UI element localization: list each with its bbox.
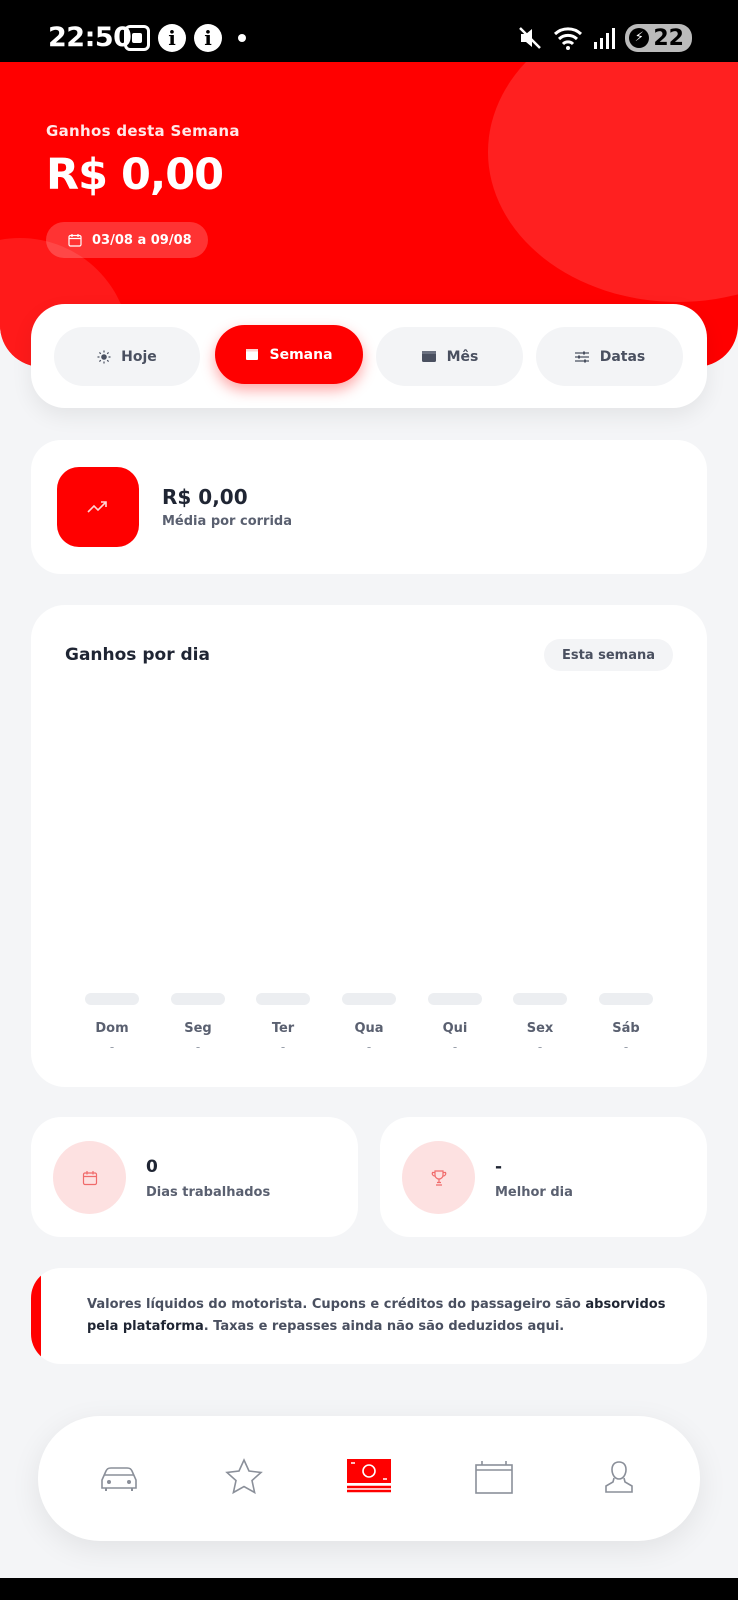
day-bar xyxy=(171,993,225,1005)
day-value: - xyxy=(452,1040,458,1054)
day-bar xyxy=(256,993,310,1005)
header-amount: R$ 0,00 xyxy=(46,150,224,200)
bottom-navigation xyxy=(38,1416,700,1541)
battery-indicator: ⚡ 22 xyxy=(625,24,692,52)
day-column-seg: Seg - xyxy=(171,993,225,1054)
trending-up-icon xyxy=(57,467,139,547)
calendar-week-icon xyxy=(246,349,259,360)
day-value: - xyxy=(109,1040,115,1054)
tab-label: Hoje xyxy=(121,348,157,365)
header-title: Ganhos desta Semana xyxy=(46,122,240,140)
best-day-card: - Melhor dia xyxy=(380,1117,707,1237)
day-bar xyxy=(342,993,396,1005)
period-selector: Hoje Semana Mês Datas xyxy=(31,304,707,408)
daily-earnings-chart: Ganhos por dia Esta semana Dom - Seg - T… xyxy=(31,605,707,1087)
tab-mes[interactable]: Mês xyxy=(376,327,523,386)
nav-rides[interactable] xyxy=(94,1452,144,1502)
user-icon xyxy=(605,1461,633,1493)
average-per-ride-card: R$ 0,00 Média por corrida xyxy=(31,440,707,574)
mute-icon xyxy=(519,27,542,49)
day-label: Ter xyxy=(271,1021,295,1036)
best-day-label: Melhor dia xyxy=(495,1185,573,1200)
day-column-sex: Sex - xyxy=(513,993,567,1054)
day-value: - xyxy=(366,1040,372,1054)
date-range-label: 03/08 a 09/08 xyxy=(92,232,192,248)
average-label: Média por corrida xyxy=(162,514,292,529)
tab-datas[interactable]: Datas xyxy=(536,327,683,386)
tab-label: Semana xyxy=(269,346,333,363)
note-text: Valores líquidos do motorista. Cupons e … xyxy=(87,1294,677,1338)
nav-ratings[interactable] xyxy=(219,1452,269,1502)
day-label: Qua xyxy=(354,1021,384,1036)
status-left-icons: i i xyxy=(124,24,246,52)
status-bar: 22:50 i i ⚡ 22 xyxy=(0,0,738,62)
tab-hoje[interactable]: Hoje xyxy=(54,327,200,386)
date-range-pill[interactable]: 03/08 a 09/08 xyxy=(46,222,208,258)
day-label: Dom xyxy=(95,1021,129,1036)
tab-label: Datas xyxy=(599,348,646,365)
nav-earnings[interactable] xyxy=(344,1452,394,1502)
dot-icon xyxy=(238,34,246,42)
day-column-sab: Sáb - xyxy=(599,993,653,1054)
day-column-dom: Dom - xyxy=(85,993,139,1054)
day-bar xyxy=(85,993,139,1005)
note-text-part: Valores líquidos do motorista. Cupons e … xyxy=(87,1297,586,1312)
briefcase-icon xyxy=(475,1461,513,1494)
day-bar xyxy=(599,993,653,1005)
days-worked-value: 0 xyxy=(146,1157,158,1177)
day-label: Qui xyxy=(442,1021,468,1036)
chart-title: Ganhos por dia xyxy=(65,645,210,665)
calendar-icon xyxy=(53,1141,126,1214)
battery-level: 22 xyxy=(653,25,684,51)
note-accent-bar xyxy=(31,1268,41,1364)
battery-saver-icon: ⚡ xyxy=(629,28,650,48)
best-day-value: - xyxy=(495,1157,503,1177)
day-label: Seg xyxy=(184,1021,212,1036)
day-label: Sáb xyxy=(612,1021,640,1036)
day-column-ter: Ter - xyxy=(256,993,310,1054)
days-worked-card: 0 Dias trabalhados xyxy=(31,1117,358,1237)
wifi-icon xyxy=(554,27,583,50)
tab-semana[interactable]: Semana xyxy=(215,325,363,384)
chart-period-chip[interactable]: Esta semana xyxy=(543,639,673,671)
header-decoration xyxy=(488,62,738,302)
sliders-icon xyxy=(574,351,589,362)
money-icon xyxy=(347,1459,391,1493)
tab-label: Mês xyxy=(446,348,479,365)
days-worked-label: Dias trabalhados xyxy=(146,1185,271,1200)
day-label: Sex xyxy=(526,1021,554,1036)
day-value: - xyxy=(537,1040,543,1054)
day-value: - xyxy=(623,1040,629,1054)
average-value: R$ 0,00 xyxy=(162,485,248,509)
sun-icon xyxy=(97,350,111,363)
day-bar xyxy=(513,993,567,1005)
info-icon: i xyxy=(158,24,186,52)
day-column-qua: Qua - xyxy=(342,993,396,1054)
signal-icon xyxy=(594,28,616,49)
calendar-month-icon xyxy=(421,351,436,362)
day-column-qui: Qui - xyxy=(428,993,482,1054)
car-icon xyxy=(101,1467,137,1491)
note-text-part: . Taxas e repasses ainda não são deduzid… xyxy=(203,1319,565,1334)
system-nav-bar xyxy=(0,1578,738,1600)
info-icon: i xyxy=(194,24,222,52)
trophy-icon xyxy=(402,1141,475,1214)
day-bar xyxy=(428,993,482,1005)
screenshot-icon xyxy=(124,25,150,51)
star-icon xyxy=(225,1458,263,1495)
status-time: 22:50 xyxy=(48,22,132,53)
day-value: - xyxy=(280,1040,286,1054)
info-note: Valores líquidos do motorista. Cupons e … xyxy=(31,1268,707,1364)
nav-wallet[interactable] xyxy=(469,1452,519,1502)
calendar-icon xyxy=(68,234,82,247)
status-right-icons: ⚡ 22 xyxy=(517,24,692,52)
day-value: - xyxy=(195,1040,201,1054)
nav-profile[interactable] xyxy=(594,1452,644,1502)
